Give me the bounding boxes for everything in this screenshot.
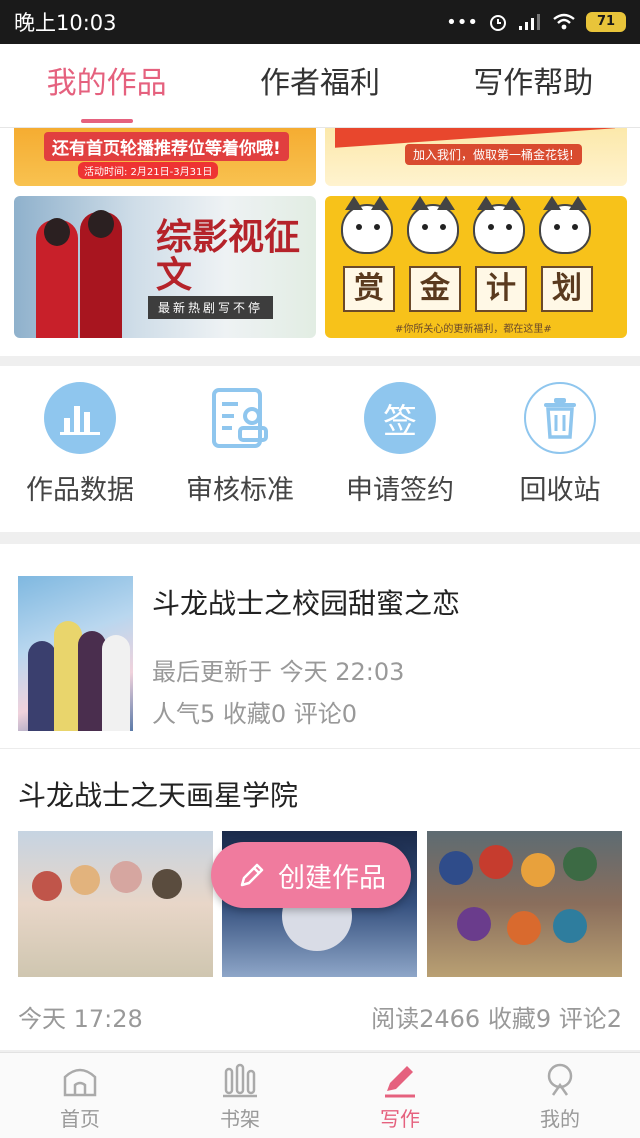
character-figure — [28, 641, 56, 731]
banner-homepage-recommend[interactable]: 还有首页轮播推荐位等着你哦! 活动时间: 2月21日-3月31日 — [14, 128, 316, 186]
nav-label: 写作 — [380, 1107, 420, 1131]
action-work-data[interactable]: 作品数据 — [0, 366, 160, 532]
nav-write[interactable]: 写作 — [320, 1053, 480, 1138]
character-head — [563, 847, 597, 881]
tab-writing-help[interactable]: 写作帮助 — [427, 44, 640, 127]
banner-a-text: 还有首页轮播推荐位等着你哦! — [44, 132, 289, 161]
work-stats: 人气5 收藏0 评论0 — [152, 700, 358, 728]
cat-icon — [341, 196, 393, 254]
cat-icon — [539, 196, 591, 254]
bar-chart-icon — [44, 382, 116, 454]
character-head — [507, 911, 541, 945]
status-icons: ••• 71 — [446, 12, 626, 33]
document-check-icon — [204, 382, 276, 454]
wifi-icon — [553, 13, 575, 30]
battery-icon: 71 — [586, 12, 626, 32]
cat-illustrations — [341, 196, 591, 254]
pencil-icon — [240, 863, 264, 887]
bounty-tile: 赏 — [343, 266, 395, 312]
character-head — [152, 869, 182, 899]
character-head — [553, 909, 587, 943]
work-stats: 阅读2466 收藏9 评论2 — [371, 1005, 622, 1033]
character-head — [44, 218, 70, 246]
work-updated: 最后更新于 今天 22:03 — [152, 658, 405, 686]
banner-bounty-plan[interactable]: 赏 金 计 划 #你所关心的更新福利，都在这里# — [325, 196, 627, 338]
alarm-icon — [490, 15, 506, 31]
nav-label: 我的 — [540, 1107, 580, 1131]
create-work-button[interactable]: 创建作品 — [211, 842, 411, 908]
bounty-tiles: 赏 金 计 划 — [343, 266, 593, 312]
banner-c-tag: 最新热剧写不停 — [148, 296, 274, 319]
character-figure — [102, 635, 130, 731]
nav-label: 书架 — [220, 1107, 260, 1131]
action-label: 作品数据 — [26, 475, 134, 506]
action-recycle-bin[interactable]: 回收站 — [480, 366, 640, 532]
work-thumbnail[interactable] — [427, 831, 622, 977]
top-tabs: 我的作品 作者福利 写作帮助 — [0, 44, 640, 128]
work-thumbnail[interactable] — [18, 831, 213, 977]
signal-dots-icon: ••• — [446, 11, 478, 33]
nav-bookshelf[interactable]: 书架 — [160, 1053, 320, 1138]
cat-icon — [407, 196, 459, 254]
bottom-nav: 首页 书架 写作 我的 — [0, 1052, 640, 1138]
banner-b-text: 加入我们，做取第一桶金花钱! — [405, 144, 582, 165]
tab-author-benefits[interactable]: 作者福利 — [213, 44, 426, 127]
banner-d-caption: #你所关心的更新福利，都在这里# — [395, 324, 552, 335]
cat-icon — [473, 196, 525, 254]
action-label: 回收站 — [519, 475, 601, 506]
bounty-tile: 金 — [409, 266, 461, 312]
create-work-label: 创建作品 — [278, 862, 386, 894]
character-head — [479, 845, 513, 879]
status-time: 晚上10:03 — [14, 11, 117, 35]
work-time: 今天 17:28 — [18, 1005, 143, 1033]
home-icon — [63, 1068, 97, 1097]
banner-a-sub: 活动时间: 2月21日-3月31日 — [78, 162, 219, 179]
character-head — [521, 853, 555, 887]
nav-home[interactable]: 首页 — [0, 1053, 160, 1138]
action-label: 申请签约 — [346, 475, 454, 506]
works-list: 斗龙战士之校园甜蜜之恋 最后更新于 今天 22:03 人气5 收藏0 评论0 斗… — [0, 544, 640, 1050]
character-head — [110, 861, 142, 893]
profile-icon — [547, 1063, 573, 1096]
cell-signal-icon — [519, 14, 540, 30]
banner-c-title: 综影视征文 — [156, 216, 301, 296]
work-cover-image — [18, 576, 133, 731]
sign-icon-text: 签 — [383, 401, 417, 442]
bookshelf-icon — [223, 1063, 257, 1098]
action-review-standard[interactable]: 审核标准 — [160, 366, 320, 532]
banner-tv-contest[interactable]: 综影视征文 最新热剧写不停 — [14, 196, 316, 338]
action-label: 审核标准 — [186, 475, 294, 506]
character-head — [70, 865, 100, 895]
work-item[interactable]: 斗龙战士之校园甜蜜之恋 最后更新于 今天 22:03 人气5 收藏0 评论0 — [0, 544, 640, 749]
banner-grid: 还有首页轮播推荐位等着你哦! 活动时间: 2月21日-3月31日 加入我们，做取… — [0, 128, 640, 356]
quick-actions: 作品数据 审核标准 签 申请签约 回收站 — [0, 366, 640, 532]
action-apply-contract[interactable]: 签 申请签约 — [320, 366, 480, 532]
sign-icon: 签 — [364, 382, 436, 454]
work-title: 斗龙战士之校园甜蜜之恋 — [152, 587, 461, 620]
bounty-tile: 划 — [541, 266, 593, 312]
pen-icon — [385, 1066, 415, 1098]
nav-profile[interactable]: 我的 — [480, 1053, 640, 1138]
tab-my-works[interactable]: 我的作品 — [0, 44, 213, 127]
character-head — [457, 907, 491, 941]
status-bar: 晚上10:03 ••• 71 — [0, 0, 640, 44]
nav-label: 首页 — [60, 1107, 100, 1131]
character-head — [439, 851, 473, 885]
work-title[interactable]: 斗龙战士之天画星学院 — [18, 774, 298, 814]
character-head — [32, 871, 62, 901]
bounty-tile: 计 — [475, 266, 527, 312]
character-head — [88, 210, 114, 238]
banner-join-us[interactable]: 加入我们，做取第一桶金花钱! — [325, 128, 627, 186]
trash-icon — [524, 382, 596, 454]
